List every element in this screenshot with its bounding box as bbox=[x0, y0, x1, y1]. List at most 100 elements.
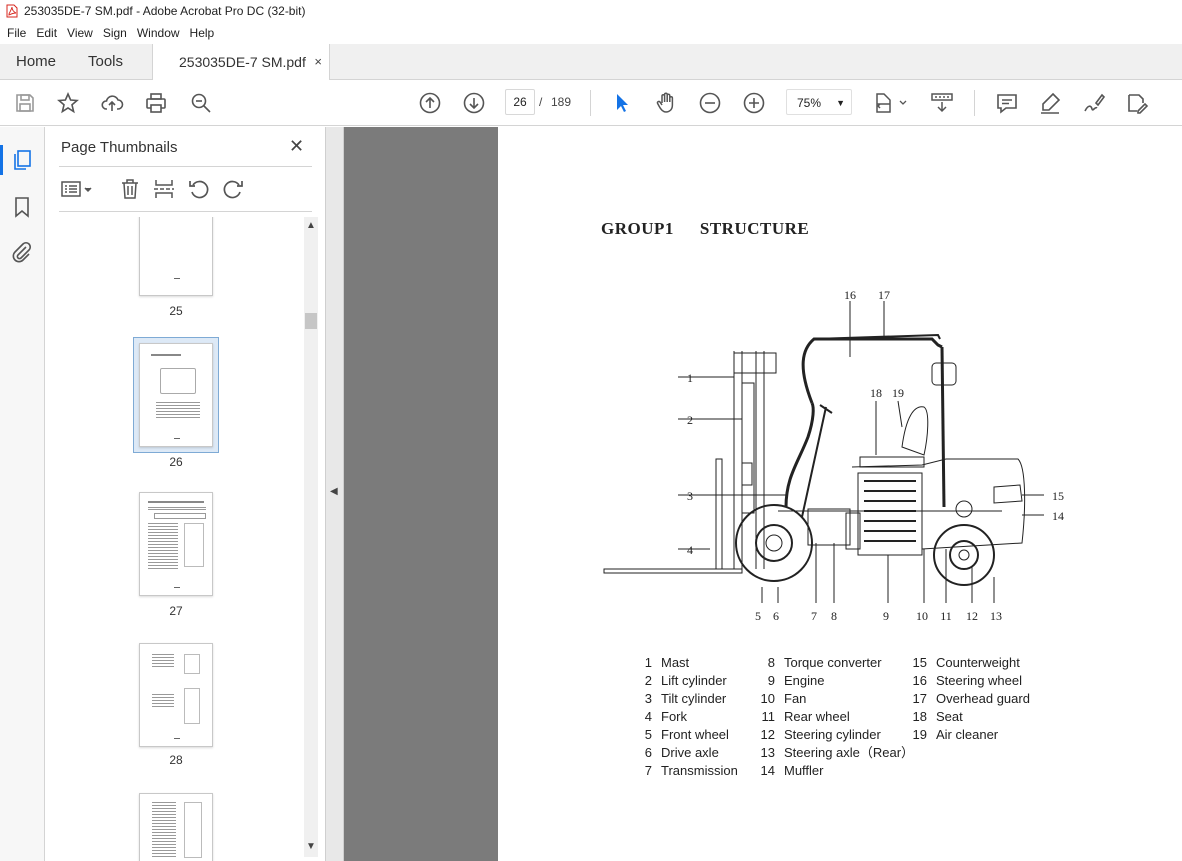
window-title: 253035DE-7 SM.pdf - Adobe Acrobat Pro DC… bbox=[24, 4, 306, 18]
highlight-pen-icon[interactable] bbox=[1038, 91, 1062, 115]
callout-17: 17 bbox=[878, 288, 890, 302]
sign-pen-icon[interactable] bbox=[1082, 91, 1106, 115]
thumbnail-list: 25 26 27 28 bbox=[46, 217, 304, 861]
legend-column-1: 1 Mast 2 Lift cylinder 3 Tilt cylinder 4 For… bbox=[638, 654, 738, 780]
acrobat-pdf-icon bbox=[6, 4, 18, 18]
select-cursor-icon[interactable] bbox=[610, 91, 634, 115]
hand-tool-icon[interactable] bbox=[654, 91, 678, 115]
menu-edit[interactable]: Edit bbox=[36, 26, 57, 40]
menu-file[interactable]: File bbox=[7, 26, 26, 40]
legend-item: 11 Rear wheel bbox=[761, 709, 850, 724]
scroll-down-icon[interactable]: ▼ bbox=[304, 841, 318, 852]
comment-icon[interactable] bbox=[995, 91, 1019, 115]
thumbnail-label: 28 bbox=[169, 753, 183, 767]
legend-item: 3 Tilt cylinder bbox=[644, 691, 727, 706]
callout-14: 14 bbox=[1052, 509, 1064, 523]
menu-bar: File Edit View Sign Window Help bbox=[0, 22, 1182, 44]
attachments-icon[interactable] bbox=[10, 240, 34, 264]
print-icon[interactable] bbox=[144, 91, 168, 115]
legend-item: 19 Air cleaner bbox=[912, 727, 999, 742]
callout-3: 3 bbox=[687, 489, 693, 503]
legend-item: 18 Seat bbox=[912, 709, 963, 724]
delete-page-icon[interactable] bbox=[118, 177, 142, 201]
page-fit-icon[interactable] bbox=[874, 91, 908, 115]
scroll-mode-icon[interactable] bbox=[930, 91, 954, 115]
upload-cloud-icon[interactable] bbox=[100, 91, 124, 115]
zoom-in-icon[interactable] bbox=[742, 91, 766, 115]
bookmark-star-icon[interactable] bbox=[56, 91, 80, 115]
callout-19: 19 bbox=[892, 386, 904, 400]
divider bbox=[59, 166, 312, 167]
tab-close-icon[interactable]: × bbox=[314, 44, 322, 80]
callout-2: 2 bbox=[687, 413, 693, 427]
next-page-icon[interactable] bbox=[462, 91, 486, 115]
thumbnail-page-29[interactable] bbox=[139, 793, 213, 861]
legend-item: 5 Front wheel bbox=[644, 727, 729, 742]
rotate-left-icon[interactable] bbox=[187, 177, 211, 201]
edit-pdf-icon[interactable] bbox=[1125, 91, 1149, 115]
legend-item: 15 Counterweight bbox=[912, 655, 1020, 670]
save-icon[interactable] bbox=[13, 91, 37, 115]
thumbnail-page-26[interactable] bbox=[139, 343, 213, 447]
bookmarks-icon[interactable] bbox=[10, 195, 34, 219]
legend-item: 16 Steering wheel bbox=[912, 673, 1022, 688]
scrollbar-thumb[interactable] bbox=[305, 313, 317, 329]
thumbnail-label: 27 bbox=[169, 604, 183, 618]
callout-15: 15 bbox=[1052, 489, 1064, 503]
legend-column-3: 15 Counterweight 16 Steering wheel 17 Overh… bbox=[911, 654, 1030, 744]
thumbnail-page-25[interactable] bbox=[139, 217, 213, 296]
callout-10: 10 bbox=[916, 609, 928, 623]
scroll-up-icon[interactable]: ▲ bbox=[304, 220, 318, 231]
callout-16: 16 bbox=[844, 288, 856, 302]
callout-13: 13 bbox=[990, 609, 1002, 623]
heading-title: STRUCTURE bbox=[699, 219, 810, 238]
thumbnail-label: 26 bbox=[169, 455, 183, 469]
legend-item: 9 Engine bbox=[767, 673, 825, 688]
tab-tools[interactable]: Tools bbox=[88, 44, 123, 80]
toolbar-divider bbox=[974, 90, 975, 116]
tab-home[interactable]: Home bbox=[16, 44, 56, 80]
acrobat-window: 253035DE-7 SM.pdf - Adobe Acrobat Pro DC… bbox=[0, 0, 1182, 861]
collapse-left-icon[interactable]: ◀ bbox=[330, 486, 338, 497]
zoom-search-icon[interactable] bbox=[189, 91, 213, 115]
legend-item: 10 Fan bbox=[760, 691, 807, 706]
page-number-input[interactable]: 26 bbox=[505, 89, 535, 115]
thumbnail-label: 25 bbox=[169, 304, 183, 318]
close-icon[interactable]: ✕ bbox=[289, 136, 304, 157]
menu-sign[interactable]: Sign bbox=[103, 26, 127, 40]
rotate-right-icon[interactable] bbox=[221, 177, 245, 201]
forklift-structure-diagram: 1 2 3 4 5 6 7 8 9 10 11 12 13 14 15 16 1… bbox=[603, 288, 1064, 623]
page-heading: GROUP1 STRUCTURE bbox=[601, 219, 809, 239]
thumbnail-page-28[interactable] bbox=[139, 643, 213, 747]
menu-view[interactable]: View bbox=[67, 26, 93, 40]
zoom-dropdown[interactable]: 75% ▼ bbox=[786, 89, 852, 115]
zoom-out-icon[interactable] bbox=[698, 91, 722, 115]
thumbnail-page-27[interactable] bbox=[139, 492, 213, 596]
divider bbox=[59, 211, 312, 212]
callout-6: 6 bbox=[773, 609, 779, 623]
callout-7: 7 bbox=[811, 609, 817, 623]
legend-item: 4 Fork bbox=[644, 709, 687, 724]
previous-page-icon[interactable] bbox=[418, 91, 442, 115]
zoom-value: 75% bbox=[797, 96, 822, 110]
tab-document[interactable]: 253035DE-7 SM.pdf × bbox=[152, 44, 330, 81]
page-separator: / bbox=[539, 95, 543, 109]
menu-help[interactable]: Help bbox=[190, 26, 215, 40]
extract-page-icon[interactable] bbox=[152, 177, 176, 201]
legend-item: 13 Steering axle（Rear） bbox=[760, 745, 915, 760]
legend-item: 6 Drive axle bbox=[644, 745, 719, 760]
page-thumbnails-icon[interactable] bbox=[10, 148, 34, 172]
legend-item: 12 Steering cylinder bbox=[760, 727, 881, 742]
pdf-page: GROUP1 STRUCTURE 1 2 3 4 5 6 7 8 9 10 11… bbox=[498, 127, 1182, 861]
callout-9: 9 bbox=[883, 609, 889, 623]
menu-window[interactable]: Window bbox=[137, 26, 180, 40]
callout-12: 12 bbox=[966, 609, 978, 623]
title-bar: 253035DE-7 SM.pdf - Adobe Acrobat Pro DC… bbox=[0, 0, 1182, 22]
toolbar-divider bbox=[590, 90, 591, 116]
callout-4: 4 bbox=[687, 543, 693, 557]
thumbnail-options-icon[interactable] bbox=[60, 177, 96, 201]
legend-item: 17 Overhead guard bbox=[912, 691, 1030, 706]
page-thumbnails-panel: Page Thumbnails ✕ 25 26 27 28 ▲ ▼ bbox=[46, 127, 324, 861]
heading-group: GROUP1 bbox=[601, 219, 674, 238]
legend-item: 14 Muffler bbox=[760, 763, 824, 778]
